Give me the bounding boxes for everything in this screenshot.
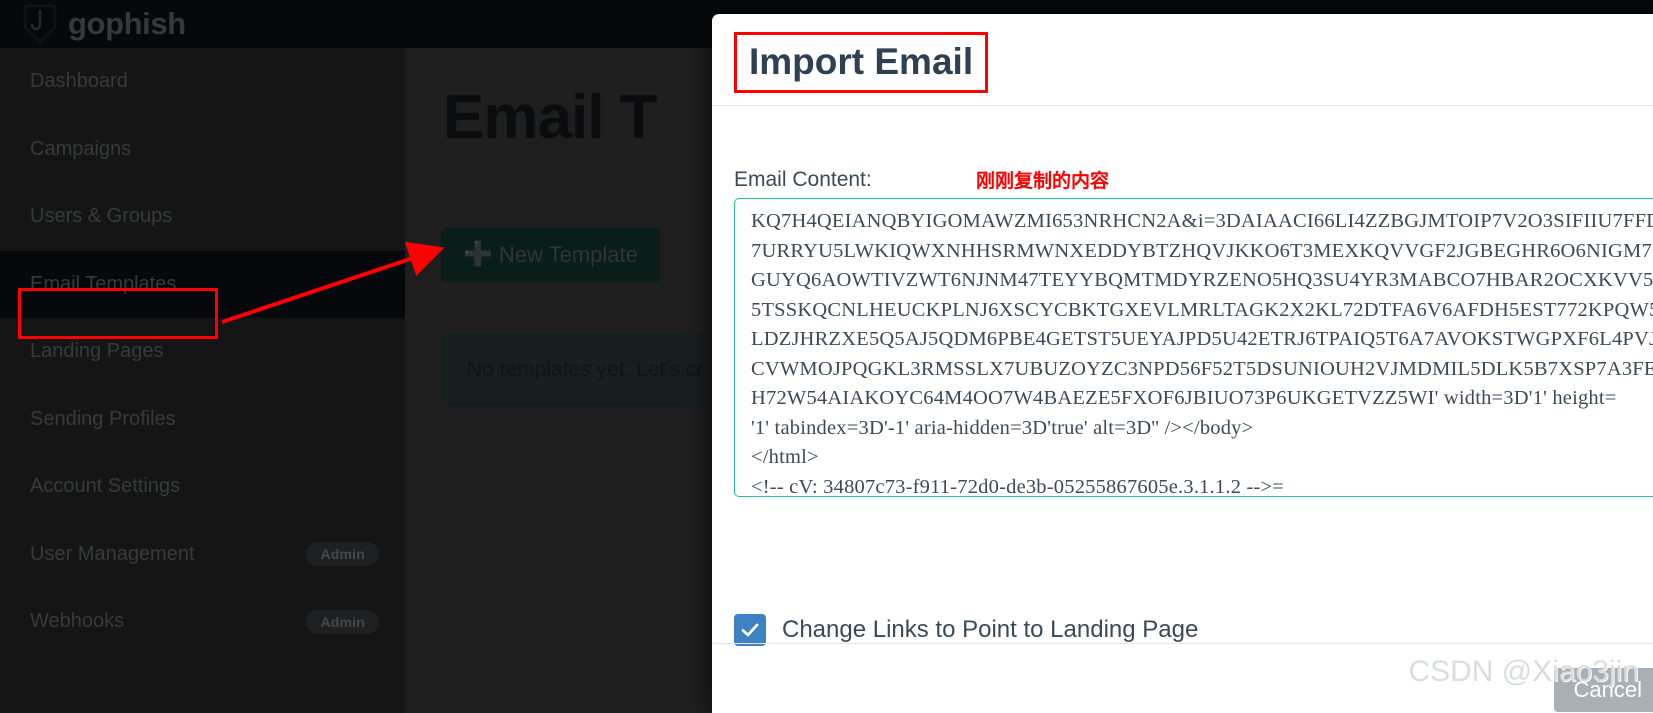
change-links-checkbox-row[interactable]: Change Links to Point to Landing Page (734, 614, 1198, 646)
cancel-button[interactable]: Cancel (1553, 668, 1653, 712)
textarea-line: 5TSSKQCNLHEUCKPLNJ6XSCYCBKTGXEVLMRLTAGK2… (751, 298, 1653, 321)
screenshot-root: gophish Dashboard Campaigns Users & Grou… (0, 0, 1653, 713)
modal-title: Import Email (734, 32, 989, 93)
email-content-label: Email Content: (734, 168, 872, 191)
textarea-line: '1' tabindex=3D'-1' aria-hidden=3D'true'… (751, 416, 1254, 439)
check-icon (741, 623, 759, 637)
textarea-line: CVWMOJPQGKL3RMSSLX7UBUZOYZC3NPD56F52T5DS… (751, 357, 1653, 380)
modal-footer: Cancel (712, 643, 1653, 713)
modal-header: Import Email (712, 14, 1653, 106)
textarea-line: LDZJHRZXE5Q5AJ5QDM6PBE4GETST5UEYAJPD5U42… (751, 328, 1653, 350)
textarea-line: H72W54AIAKOYC64M4OO7W4BAEZE5FXOF6JBIUO73… (751, 387, 1617, 409)
change-links-checkbox-label: Change Links to Point to Landing Page (782, 616, 1199, 643)
chinese-annotation-label: 刚刚复制的内容 (976, 171, 1110, 192)
textarea-line: KQ7H4QEIANQBYIGOMAWZMI653NRHCN2A&i=3DAIA… (751, 210, 1653, 232)
textarea-line: </html> (751, 446, 819, 468)
textarea-line: <!-- cV: 34807c73-f911-72d0-de3b-0525586… (751, 475, 1285, 497)
change-links-checkbox[interactable] (734, 614, 766, 646)
import-email-modal: Import Email Email Content: 刚刚复制的内容 KQ7H… (712, 14, 1653, 713)
email-content-textarea[interactable]: KQ7H4QEIANQBYIGOMAWZMI653NRHCN2A&i=3DAIA… (734, 198, 1653, 497)
textarea-line: 7URRYU5LWKIQWXNHHSRMWNXEDDYBTZHQVJKKO6T3… (751, 239, 1653, 262)
textarea-line: GUYQ6AOWTIVZWT6NJNM47TEYYBQMTMDYRZENO5HQ… (751, 269, 1653, 291)
